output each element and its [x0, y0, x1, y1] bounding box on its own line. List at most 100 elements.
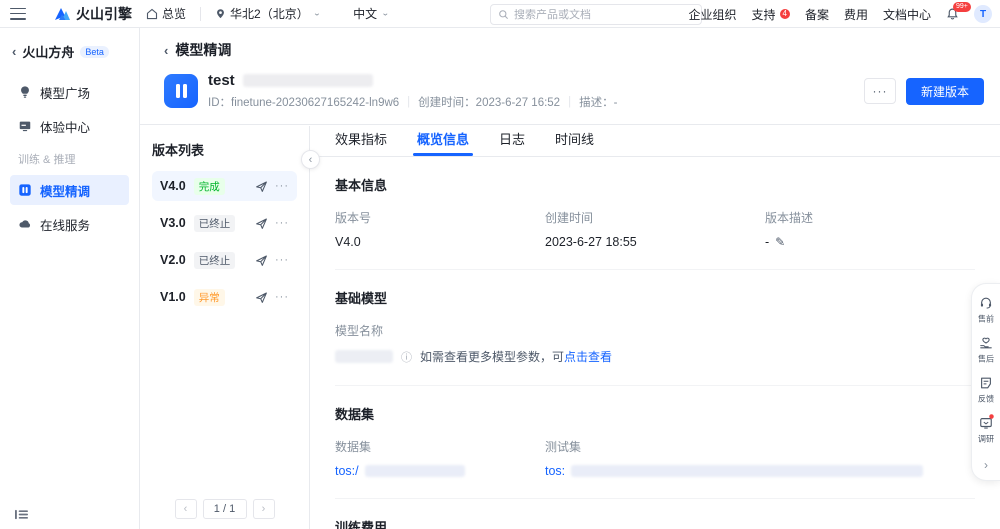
status-badge: 完成 [193, 177, 225, 195]
model-name: test [208, 72, 235, 89]
headset-icon [980, 297, 992, 309]
sidebar-collapse-button[interactable] [14, 508, 29, 521]
breadcrumb: ‹ 模型精调 [164, 40, 984, 60]
sidebar-header[interactable]: ‹ 火山方舟 Beta [12, 42, 129, 61]
deploy-icon[interactable] [255, 217, 268, 230]
helper-panel: 售前 售后 反馈 调研 › [971, 283, 1000, 481]
feedback-button[interactable]: 反馈 [977, 376, 995, 405]
row-more-icon[interactable]: ··· [275, 254, 289, 266]
helper-expand-button[interactable]: › [984, 456, 988, 474]
tab-timeline[interactable]: 时间线 [555, 129, 594, 156]
sidebar-section-training: 训练 & 推理 [18, 154, 76, 166]
pagination: ‹ 1 / 1 › [140, 499, 309, 519]
aftersale-support-button[interactable]: 售后 [977, 336, 995, 365]
section-divider [335, 498, 975, 499]
brand-logo[interactable]: 火山引擎 [54, 4, 132, 24]
finetune-icon [19, 184, 31, 196]
link-support[interactable]: 支持 4 [751, 6, 790, 23]
link-doc-center[interactable]: 文档中心 [883, 6, 931, 23]
model-description: - [613, 97, 618, 109]
language-selector[interactable]: 中文 ⌄ [353, 5, 389, 22]
deploy-icon[interactable] [255, 291, 268, 304]
status-badge: 异常 [193, 288, 225, 306]
test-dataset-link[interactable]: tos: [545, 464, 565, 478]
collapse-sidebar-icon [15, 509, 28, 520]
page-indicator: 1 / 1 [202, 499, 247, 519]
version-list-panel: 版本列表 V4.0 完成 ··· V3.0 已终止 ··· V2.0 已终止 ·… [140, 126, 310, 529]
panel-collapse-handle[interactable]: ‹ [301, 150, 320, 169]
model-params-tip: 如需查看更多模型参数，可 [420, 350, 565, 364]
sidebar: ‹ 火山方舟 Beta 模型广场 体验中心 训练 & 推理 模型精调 在线服务 [0, 28, 140, 529]
version-row-v3[interactable]: V3.0 已终止 ··· [152, 208, 297, 238]
sidebar-item-experience-center[interactable]: 体验中心 [10, 111, 129, 141]
search-input[interactable] [514, 8, 694, 21]
version-row-v1[interactable]: V1.0 异常 ··· [152, 282, 297, 312]
region-selector[interactable]: 华北2（北京） ⌄ [215, 5, 321, 22]
train-dataset-link[interactable]: tos:/ [335, 464, 359, 478]
version-desc-label: 版本描述 [765, 211, 814, 225]
deploy-icon[interactable] [255, 254, 268, 267]
chevron-down-icon: ⌄ [312, 9, 322, 18]
survey-notification-dot [989, 414, 994, 419]
next-page-button[interactable]: › [252, 499, 275, 519]
status-badge: 已终止 [193, 214, 236, 232]
survey-button[interactable]: 调研 [977, 414, 995, 445]
nav-overview[interactable]: 总览 [146, 5, 186, 22]
link-record[interactable]: 备案 [805, 6, 829, 23]
section-basic-info-title: 基本信息 [335, 178, 388, 193]
link-billing[interactable]: 费用 [844, 6, 868, 23]
section-divider [335, 385, 975, 386]
service-hand-icon [980, 337, 992, 349]
home-icon [146, 8, 158, 19]
back-icon[interactable]: ‹ [12, 44, 16, 59]
tab-metrics[interactable]: 效果指标 [335, 129, 387, 156]
search-box[interactable] [490, 4, 702, 25]
model-meta-row: ID：finetune-20230627165242-ln9w6 | 创建时间：… [208, 96, 618, 109]
section-dataset-title: 数据集 [335, 407, 375, 422]
redacted-test-dataset-path [571, 465, 924, 477]
notification-bell[interactable]: 99+ [946, 2, 971, 21]
detail-panel: 效果指标 概览信息 日志 时间线 基本信息 版本号 V4.0 创建时间 2023… [310, 126, 1000, 529]
row-more-icon[interactable]: ··· [275, 217, 289, 229]
redacted-model-name-suffix [242, 74, 373, 87]
tab-logs[interactable]: 日志 [499, 129, 525, 156]
status-badge: 已终止 [193, 251, 236, 269]
presale-support-button[interactable]: 售前 [977, 296, 995, 325]
main-area: ‹ 模型精调 test ID：finetune-20230627165242-l… [140, 28, 1000, 529]
redacted-train-dataset-path [364, 465, 465, 477]
tab-bar: 效果指标 概览信息 日志 时间线 [310, 126, 1000, 157]
row-more-icon[interactable]: ··· [275, 291, 289, 303]
prev-page-button[interactable]: ‹ [174, 499, 197, 519]
volcano-logo-icon [55, 8, 70, 20]
sidebar-item-model-finetune[interactable]: 模型精调 [10, 175, 129, 205]
train-dataset-label: 数据集 [335, 440, 372, 454]
row-more-icon[interactable]: ··· [275, 180, 289, 192]
sidebar-title: 火山方舟 [22, 45, 75, 60]
new-version-button[interactable]: 新建版本 [905, 77, 984, 105]
version-desc-value: - [765, 235, 770, 249]
model-id: finetune-20230627165242-ln9w6 [231, 97, 400, 109]
sidebar-item-online-service[interactable]: 在线服务 [10, 209, 129, 239]
location-pin-icon [217, 8, 224, 18]
monitor-icon [19, 121, 31, 132]
edit-icon[interactable]: ✎ [775, 235, 785, 249]
view-params-link[interactable]: 点击查看 [564, 350, 612, 364]
version-number-label: 版本号 [335, 211, 372, 225]
search-icon [499, 10, 508, 19]
more-actions-button[interactable]: ··· [863, 78, 896, 104]
sidebar-item-model-plaza[interactable]: 模型广场 [10, 77, 129, 107]
avatar[interactable]: T [974, 5, 992, 23]
back-icon[interactable]: ‹ [164, 43, 168, 58]
version-row-v2[interactable]: V2.0 已终止 ··· [152, 245, 297, 275]
model-icon [164, 74, 198, 108]
tab-overview[interactable]: 概览信息 [413, 129, 474, 156]
hamburger-menu-icon[interactable] [10, 7, 26, 20]
version-row-v4[interactable]: V4.0 完成 ··· [152, 171, 297, 201]
created-time-value: 2023-6-27 18:55 [545, 235, 637, 249]
brand-name: 火山引擎 [76, 5, 132, 22]
link-enterprise-org[interactable]: 企业组织 [688, 6, 736, 23]
deploy-icon[interactable] [255, 180, 268, 193]
chevron-down-icon: ⌄ [381, 9, 390, 18]
test-dataset-label: 测试集 [545, 440, 582, 454]
notification-badge: 99+ [953, 2, 971, 12]
